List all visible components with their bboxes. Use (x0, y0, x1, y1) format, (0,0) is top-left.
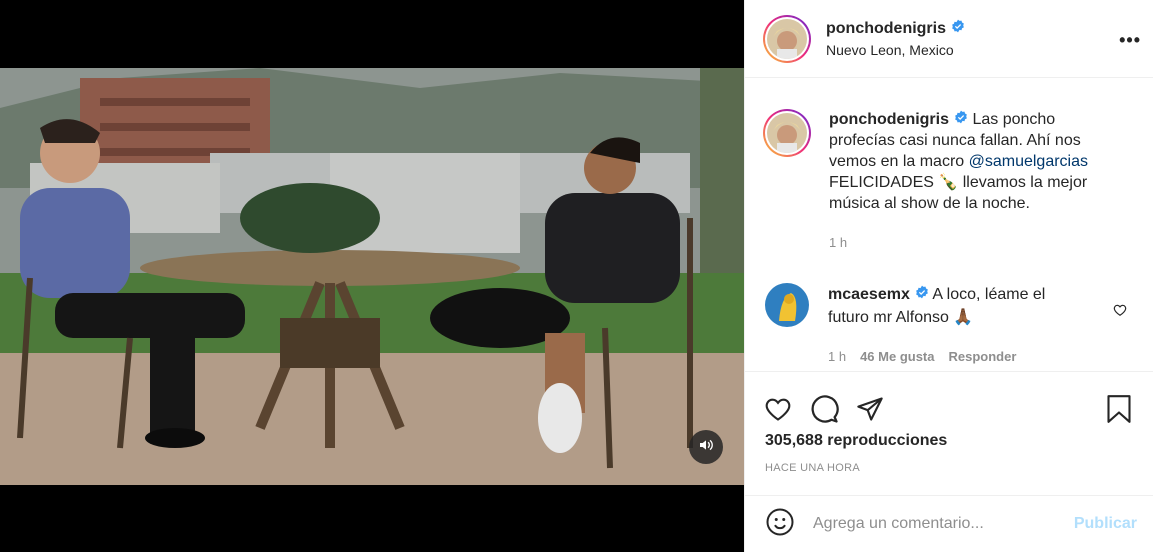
add-comment-bar: Publicar (745, 495, 1153, 552)
view-count[interactable]: 305,688 reproducciones (745, 432, 1153, 450)
more-options-icon[interactable]: ••• (1119, 30, 1141, 51)
comment-item: mcaesemx A loco, léame el futuro mr Alfo… (745, 253, 1153, 368)
post-caption: ponchodenigris Las poncho profecías casi… (745, 79, 1153, 253)
video-area (0, 0, 744, 552)
video-player[interactable] (0, 68, 744, 485)
share-paper-plane-icon[interactable] (855, 395, 885, 423)
verified-badge-icon (954, 109, 968, 130)
emoji-smiley-icon[interactable] (765, 507, 795, 542)
author-avatar[interactable] (763, 14, 811, 63)
save-bookmark-icon[interactable] (1105, 393, 1133, 425)
comments-list: ponchodenigris Las poncho profecías casi… (745, 79, 1153, 371)
publish-button[interactable]: Publicar (1074, 515, 1137, 533)
comment-like-heart-icon[interactable] (1113, 303, 1127, 322)
post-timestamp[interactable]: HACE UNA HORA (745, 462, 1153, 474)
post-header: ponchodenigris Nuevo Leon, Mexico ••• (745, 0, 1153, 78)
like-heart-icon[interactable] (763, 395, 793, 423)
verified-badge-icon (915, 283, 929, 306)
post-location[interactable]: Nuevo Leon, Mexico (826, 42, 965, 58)
audio-toggle-button[interactable] (689, 430, 723, 464)
author-username[interactable]: ponchodenigris (826, 20, 946, 38)
post-details-panel: ponchodenigris Nuevo Leon, Mexico ••• po… (744, 0, 1153, 552)
verified-badge-icon (951, 19, 965, 38)
post-actions: 305,688 reproducciones HACE UNA HORA (745, 371, 1153, 493)
comment-bubble-icon[interactable] (809, 394, 839, 424)
comment-input[interactable] (813, 515, 1066, 533)
commenter-username[interactable]: mcaesemx (828, 283, 910, 306)
comment-likes[interactable]: 46 Me gusta (860, 345, 934, 368)
commenter-avatar[interactable] (765, 283, 809, 327)
speaker-icon (698, 437, 714, 458)
reply-button[interactable]: Responder (949, 345, 1017, 368)
caption-text-end: FELICIDADES 🍾 llevamos la mejor música a… (829, 174, 1088, 212)
comment-time[interactable]: 1 h (828, 345, 846, 368)
caption-mention-link[interactable]: @samuelgarcias (969, 153, 1088, 170)
caption-time[interactable]: 1 h (829, 232, 1119, 253)
caption-username[interactable]: ponchodenigris (829, 109, 949, 130)
caption-avatar[interactable] (763, 109, 811, 157)
